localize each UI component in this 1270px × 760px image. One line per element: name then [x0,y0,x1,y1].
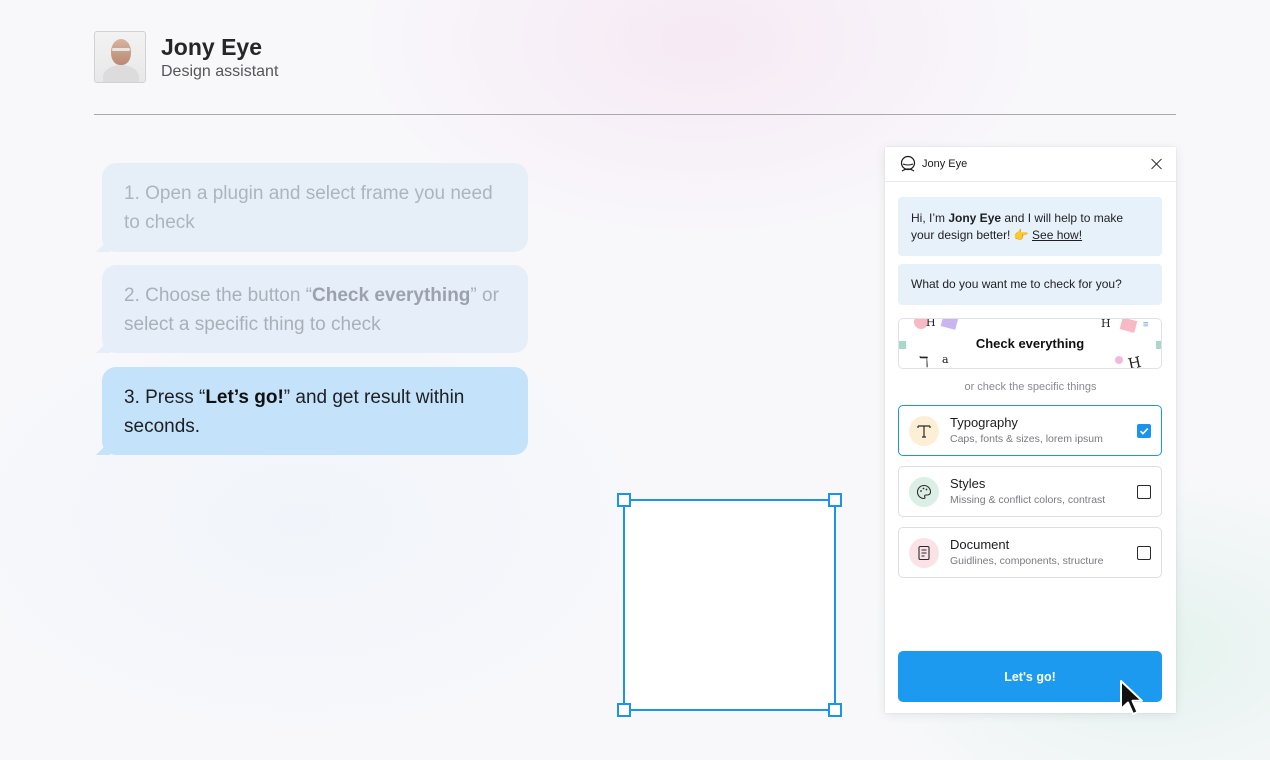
greeting-message: Hi, I’m Jony Eye and I will help to make… [898,197,1162,256]
option-styles[interactable]: Styles Missing & conflict colors, contra… [898,466,1162,517]
option-subtitle: Missing & conflict colors, contrast [950,493,1106,506]
step-3-bubble: 3. Press “Let’s go!” and get result with… [102,367,528,455]
typography-checkbox[interactable] [1137,423,1151,438]
resize-handle-bottom-left[interactable] [617,703,631,717]
step-2-bubble: 2. Choose the button “Check everything” … [102,265,528,353]
step-1-bubble: 1. Open a plugin and select frame you ne… [102,163,528,252]
option-document-text: Document Guidlines, components, structur… [950,537,1137,569]
svg-text:a: a [942,353,949,366]
svg-text:H: H [926,319,936,329]
plugin-header: Jony Eye [885,147,1176,182]
see-how-link[interactable]: See how! [1032,228,1082,242]
option-subtitle: Caps, fonts & sizes, lorem ipsum [950,432,1103,445]
option-document[interactable]: Document Guidlines, components, structur… [898,527,1162,578]
document-checkbox[interactable] [1137,545,1151,560]
option-title: Styles [950,475,986,491]
check-everything-label: Check everything [975,336,1085,351]
step-1-text: 1. Open a plugin and select frame you ne… [124,183,493,233]
step-2-text-pre: 2. Choose the button “ [124,285,313,306]
header-divider [94,114,1176,115]
option-title: Typography [950,414,1018,430]
svg-text:H: H [1101,319,1111,330]
check-everything-button[interactable]: H ℸ a H ≡ H Check everything [898,318,1162,369]
document-icon [909,537,939,568]
resize-handle-bottom-right[interactable] [828,703,842,717]
svg-text:H: H [1126,353,1143,369]
option-typography-text: Typography Caps, fonts & sizes, lorem ip… [950,415,1137,447]
selected-frame[interactable] [617,493,842,717]
question-message: What do you want me to check for you? [898,264,1162,305]
option-subtitle: Guidlines, components, structure [950,554,1104,567]
step-3-text-pre: 3. Press “ [124,387,206,408]
step-3-text-bold: Let’s go! [205,387,284,408]
resize-handle-top-left[interactable] [617,493,631,507]
plugin-panel: Jony Eye Hi, I’m Jony Eye and I will hel… [885,147,1176,713]
or-check-text: or check the specific things [964,381,1097,393]
step-2-text-bold: Check everything [312,285,471,306]
plugin-logo-icon [900,155,916,172]
resize-handle-top-right[interactable] [828,493,842,507]
greeting-pre: Hi, I’m [911,211,949,225]
styles-checkbox[interactable] [1137,484,1151,499]
option-styles-text: Styles Missing & conflict colors, contra… [950,476,1137,508]
mouse-pointer-icon [1120,680,1143,715]
option-typography[interactable]: Typography Caps, fonts & sizes, lorem ip… [898,405,1162,456]
close-icon[interactable] [1150,157,1164,171]
palette-icon [909,476,939,507]
page-subtitle: Design assistant [161,62,279,80]
page-title: Jony Eye [161,33,262,60]
avatar [94,31,146,83]
greeting-bold: Jony Eye [948,211,1002,225]
option-title: Document [950,536,1010,552]
plugin-title: Jony Eye [922,158,968,170]
typography-icon [909,415,939,446]
profile-header: Jony Eye Design assistant [94,31,278,83]
svg-text:≡: ≡ [1143,320,1149,330]
header-text: Jony Eye Design assistant [161,34,278,81]
svg-text:ℸ: ℸ [919,353,929,369]
